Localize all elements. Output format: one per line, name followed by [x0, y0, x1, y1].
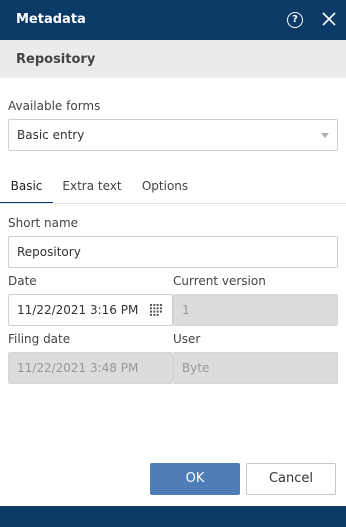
close-icon[interactable] — [321, 11, 337, 27]
section-header: Repository — [0, 40, 346, 78]
calendar-icon[interactable] — [150, 304, 162, 316]
date-input[interactable]: 11/22/2021 3:16 PM — [8, 294, 173, 326]
available-forms-select[interactable]: Basic entry — [8, 119, 338, 151]
title-bar: Metadata ? — [0, 0, 346, 40]
filing-date-value: 11/22/2021 3:48 PM — [17, 361, 139, 375]
filing-date-field: 11/22/2021 3:48 PM — [8, 352, 173, 384]
tabs-divider — [0, 203, 346, 204]
current-version-value: 1 — [182, 303, 190, 317]
user-label: User — [173, 332, 201, 346]
chevron-down-icon — [321, 133, 329, 138]
short-name-input[interactable]: Repository — [8, 236, 338, 268]
section-title: Repository — [16, 52, 96, 67]
short-name-value: Repository — [17, 245, 81, 259]
tab-options[interactable]: Options — [133, 174, 197, 204]
cancel-button[interactable]: Cancel — [246, 463, 336, 495]
tab-basic[interactable]: Basic — [0, 174, 53, 204]
available-forms-label: Available forms — [8, 99, 101, 113]
tab-bar: Basic Extra text Options — [0, 174, 346, 204]
short-name-label: Short name — [8, 216, 79, 230]
dialog-title: Metadata — [16, 12, 86, 27]
help-icon[interactable]: ? — [287, 12, 303, 28]
user-value: Byte — [182, 361, 210, 375]
current-version-field: 1 — [173, 294, 338, 326]
user-field: Byte — [173, 352, 338, 384]
ok-button[interactable]: OK — [150, 463, 240, 495]
available-forms-value: Basic entry — [17, 128, 85, 142]
filing-date-label: Filing date — [8, 332, 71, 346]
footer-bar — [0, 506, 346, 527]
current-version-label: Current version — [173, 274, 266, 288]
date-label: Date — [8, 274, 37, 288]
date-value: 11/22/2021 3:16 PM — [17, 303, 139, 317]
tab-extra-text[interactable]: Extra text — [57, 174, 127, 204]
